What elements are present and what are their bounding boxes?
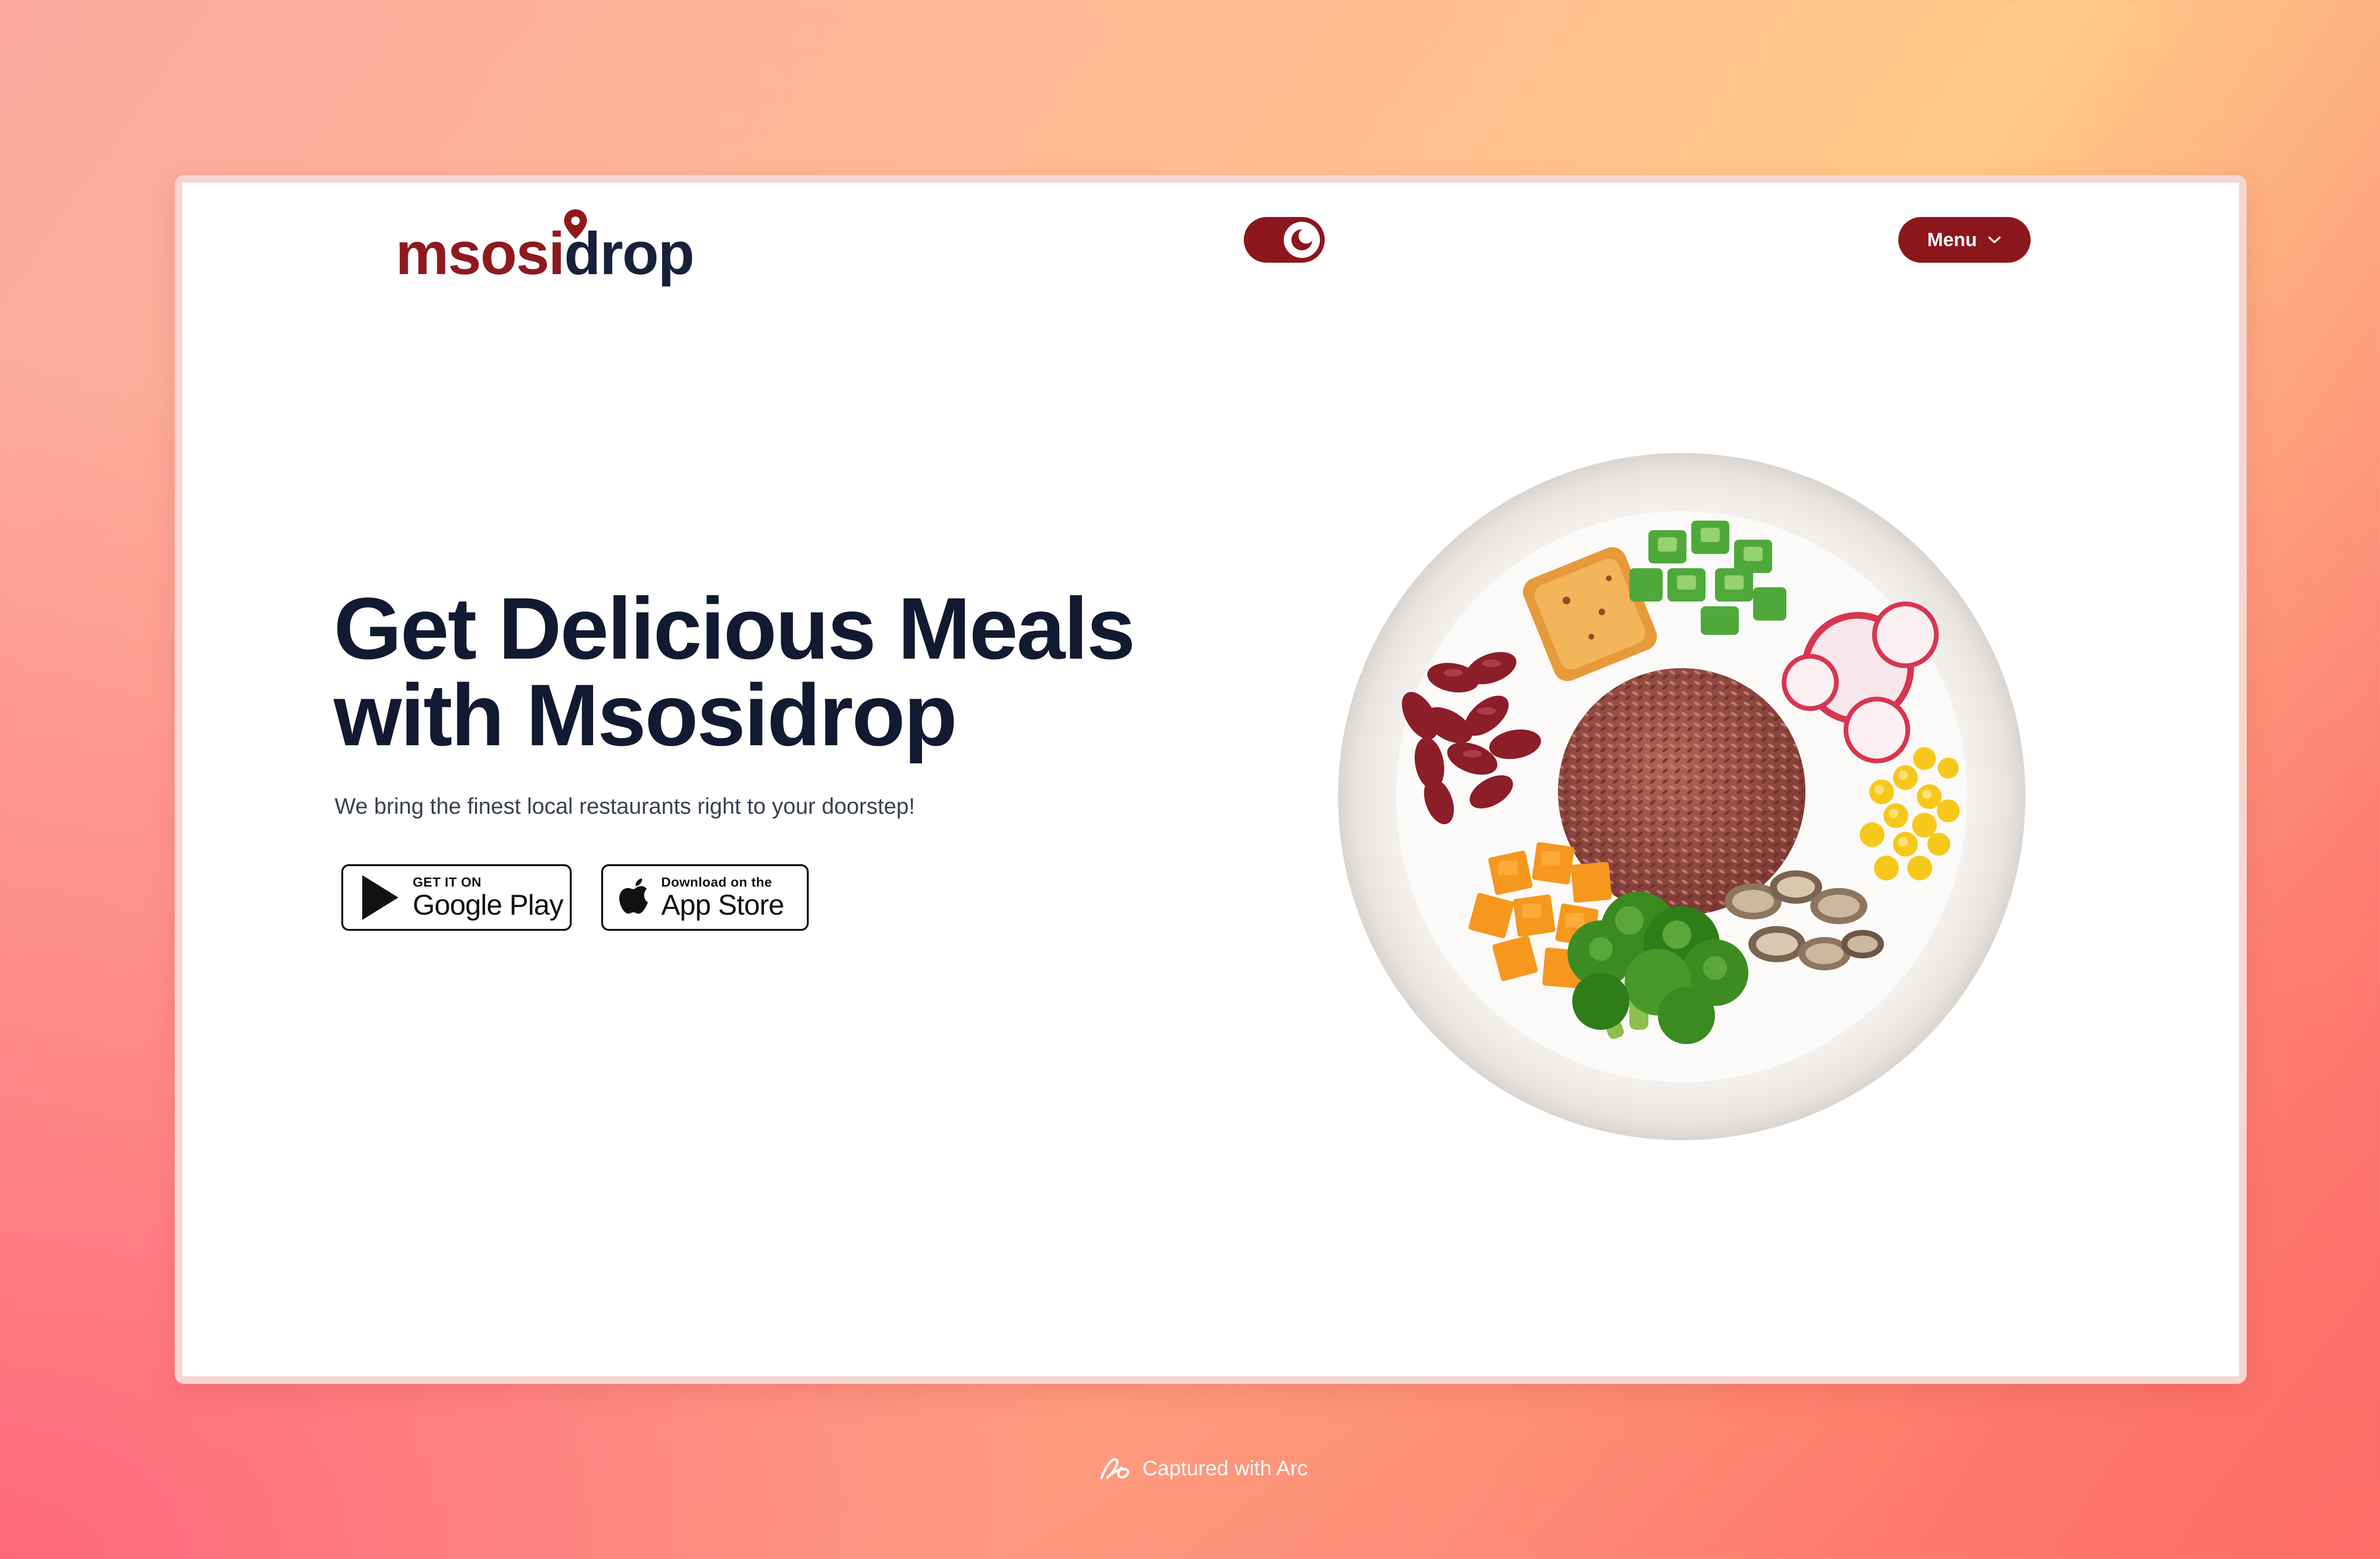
- app-store-label: App Store: [661, 889, 784, 921]
- menu-button[interactable]: Menu: [1898, 217, 2031, 263]
- logo-text-primary: msosi: [396, 220, 565, 287]
- location-pin-icon: [564, 209, 587, 239]
- chevron-down-icon: [1988, 237, 2001, 243]
- page: msosi drop Menu Get Delicious Meals with…: [182, 183, 2239, 1376]
- apple-icon: [619, 878, 648, 914]
- google-play-small-label: GET IT ON: [413, 875, 482, 889]
- google-play-button[interactable]: GET IT ON Google Play: [341, 864, 572, 931]
- arc-caption: Captured with Arc: [1098, 1453, 1308, 1484]
- google-play-label: Google Play: [413, 889, 564, 921]
- theme-toggle[interactable]: [1244, 217, 1325, 263]
- google-play-icon: [362, 875, 398, 920]
- arc-caption-text: Captured with Arc: [1142, 1457, 1308, 1480]
- arc-icon: [1100, 1458, 1130, 1480]
- hero-subtitle: We bring the finest local restaurants ri…: [335, 793, 915, 819]
- headline-line-1: Get Delicious Meals: [334, 579, 1135, 677]
- headline-line-2: with Msosidrop: [334, 666, 957, 764]
- food-bowl-image: [1334, 449, 2029, 1144]
- app-store-small-label: Download on the: [661, 875, 773, 889]
- menu-label: Menu: [1927, 229, 1977, 250]
- hero-headline: Get Delicious Meals with Msosidrop: [334, 584, 1238, 759]
- browser-window: msosi drop Menu Get Delicious Meals with…: [175, 175, 2247, 1384]
- logo[interactable]: msosi drop: [396, 203, 694, 284]
- moon-icon: [1284, 222, 1320, 258]
- app-store-button[interactable]: Download on the App Store: [601, 864, 809, 931]
